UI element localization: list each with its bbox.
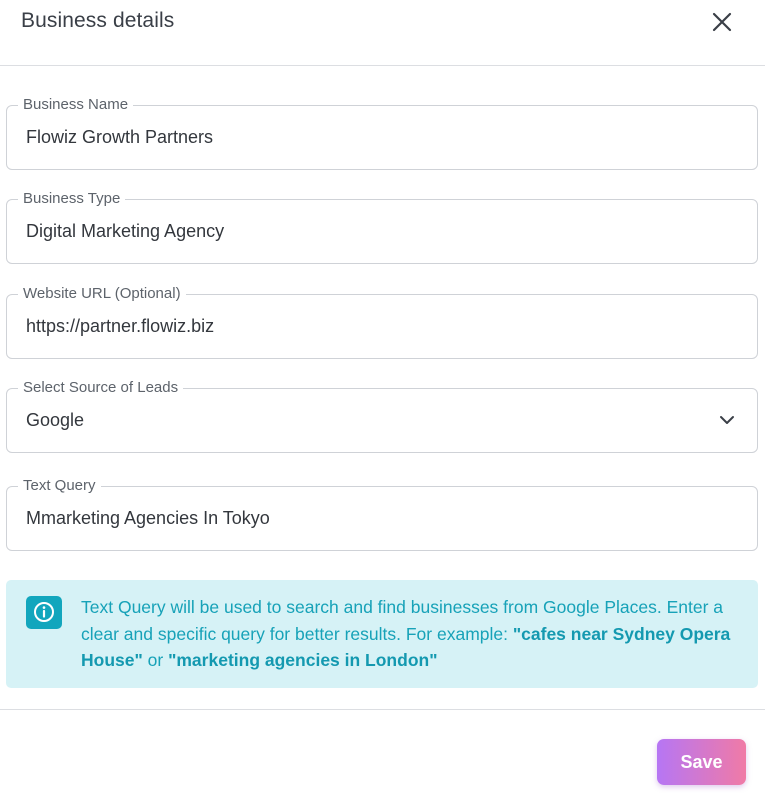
business-type-field[interactable]: Business Type Digital Marketing Agency: [6, 190, 758, 264]
info-icon: [26, 596, 62, 629]
info-example-2: "marketing agencies in London": [168, 650, 438, 670]
info-alert: Text Query will be used to search and fi…: [6, 580, 758, 688]
info-message: Text Query will be used to search and fi…: [81, 594, 741, 674]
business-type-label: Business Type: [18, 190, 126, 208]
text-query-label: Text Query: [18, 477, 101, 495]
text-query-field[interactable]: Text Query Mmarketing Agencies In Tokyo: [6, 477, 758, 551]
website-url-field[interactable]: Website URL (Optional) https://partner.f…: [6, 285, 758, 359]
business-name-field[interactable]: Business Name Flowiz Growth Partners: [6, 96, 758, 170]
close-button[interactable]: [708, 8, 736, 36]
business-name-input[interactable]: Flowiz Growth Partners: [26, 126, 213, 148]
lead-source-select[interactable]: Select Source of Leads Google: [6, 379, 758, 453]
website-url-input[interactable]: https://partner.flowiz.biz: [26, 315, 214, 337]
save-button[interactable]: Save: [657, 739, 746, 785]
lead-source-value[interactable]: Google: [26, 409, 84, 431]
dialog-header: Business details: [0, 0, 765, 66]
text-query-input[interactable]: Mmarketing Agencies In Tokyo: [26, 507, 270, 529]
close-icon: [712, 12, 732, 32]
chevron-down-icon[interactable]: [719, 412, 735, 428]
website-url-label: Website URL (Optional): [18, 285, 186, 303]
footer-divider: [0, 709, 765, 710]
business-name-label: Business Name: [18, 96, 134, 114]
dialog-title: Business details: [21, 9, 175, 32]
business-type-input[interactable]: Digital Marketing Agency: [26, 220, 224, 242]
info-text-or: or: [142, 650, 169, 670]
lead-source-label: Select Source of Leads: [18, 379, 184, 397]
